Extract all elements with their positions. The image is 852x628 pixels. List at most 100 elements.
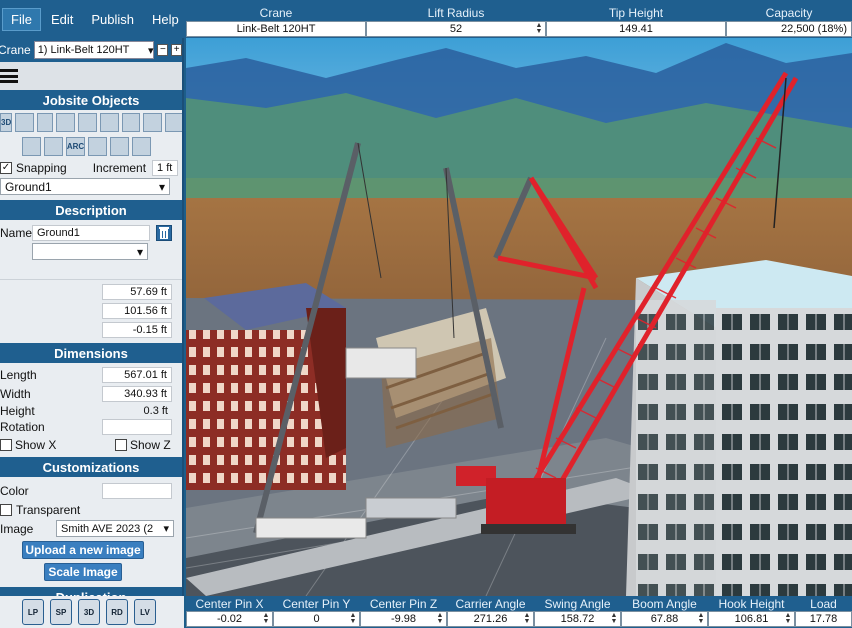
object-tools-row-1: 3Dcubeboxbeamcylindersphereslabpipetruss xyxy=(0,110,182,134)
upload-image-button[interactable]: Upload a new image xyxy=(22,541,144,559)
load-header: Load xyxy=(810,597,837,611)
truss-tool-icon[interactable]: truss xyxy=(164,112,182,132)
spinner-icon[interactable]: ▲ ▼ xyxy=(262,612,270,625)
slab-tool-icon[interactable]: slab xyxy=(122,112,141,132)
increment-input[interactable]: 1 ft xyxy=(152,159,178,176)
center-pin-x-input[interactable]: -0.02 ▲ ▼ xyxy=(186,611,273,627)
arc-tool-icon[interactable]: ARC xyxy=(66,136,85,156)
spinner-icon[interactable]: ▲ ▼ xyxy=(535,22,543,35)
lift-radius-value: 52 xyxy=(449,23,463,35)
lift-radius-input[interactable]: 52 ▲ ▼ xyxy=(366,21,546,37)
scale-image-button[interactable]: Scale Image xyxy=(44,563,122,581)
carrier-angle-header: Carrier Angle xyxy=(455,597,526,611)
spinner-icon[interactable]: ▲ ▼ xyxy=(697,612,705,625)
3d-tool-icon[interactable]: 3D xyxy=(0,112,13,132)
height-input[interactable]: 0.3 ft xyxy=(102,403,172,419)
3d-viewport[interactable] xyxy=(186,38,852,596)
position-y-input[interactable]: 101.56 ft xyxy=(102,302,172,319)
image-label: Image xyxy=(0,521,34,536)
hook-height-input[interactable]: 106.81 ▲ ▼ xyxy=(708,611,795,627)
transparent-checkbox[interactable] xyxy=(0,503,12,516)
center-pin-z-value: -9.98 xyxy=(390,613,417,625)
menu-bar: File Edit Publish Help xyxy=(0,0,186,38)
name-row: Name Ground1 xyxy=(0,223,182,242)
height-label: Height xyxy=(0,404,35,418)
rotation-row: Rotation xyxy=(0,419,182,435)
spinner-icon[interactable]: ▲ ▼ xyxy=(436,612,444,625)
crane-parameters-grid: Center Pin X -0.02 ▲ ▼ Center Pin Y 0 ▲ ▼ Center… xyxy=(186,596,852,628)
pos-x-row: 57.69 ft xyxy=(0,282,182,301)
menu-file[interactable]: File xyxy=(2,7,41,31)
center-pin-x-value: -0.02 xyxy=(216,613,243,625)
show-z-checkbox[interactable] xyxy=(115,438,127,451)
snapping-checkbox[interactable]: ✓ xyxy=(0,161,12,174)
grass-tool-icon[interactable]: grass xyxy=(88,136,107,156)
tip-height-value: 149.41 xyxy=(546,21,726,37)
name-input[interactable]: Ground1 xyxy=(32,224,150,241)
crane-label: Crane xyxy=(0,43,31,57)
hamburger-menu-icon[interactable] xyxy=(0,69,18,83)
length-input[interactable]: 567.01 ft xyxy=(102,366,172,383)
crane-select-value: 1) Link-Belt 120HT xyxy=(37,44,130,56)
lv-tool-button[interactable]: LV xyxy=(134,599,156,625)
spinner-icon[interactable]: ▲ ▼ xyxy=(610,612,618,625)
chevron-down-icon: ▾ xyxy=(158,179,165,194)
spinner-icon[interactable]: ▲ ▼ xyxy=(523,612,531,625)
spinner-icon[interactable]: ▲ ▼ xyxy=(784,612,792,625)
sp-tool-button[interactable]: SP xyxy=(50,599,72,625)
menu-publish[interactable]: Publish xyxy=(83,9,142,30)
rotation-input[interactable] xyxy=(102,419,172,435)
color-label: Color xyxy=(0,483,29,498)
road-tool-icon[interactable]: road xyxy=(44,136,63,156)
lp-tool-button[interactable]: LP xyxy=(22,599,44,625)
position-z-input[interactable]: -0.15 ft xyxy=(102,321,172,338)
boom-angle-value: 67.88 xyxy=(650,613,679,625)
show-x-checkbox[interactable] xyxy=(0,438,12,451)
object-tools-row-2: windowroadARCgrassimageperson xyxy=(0,134,182,158)
position-x-input[interactable]: 57.69 ft xyxy=(102,283,172,300)
cube-tool-icon[interactable]: cube xyxy=(15,112,35,132)
remove-crane-button[interactable]: − xyxy=(157,44,169,56)
person-tool-icon[interactable]: person xyxy=(132,136,151,156)
width-input[interactable]: 340.93 ft xyxy=(102,385,172,402)
carrier-angle-input[interactable]: 271.26 ▲ ▼ xyxy=(447,611,534,627)
rd-tool-button[interactable]: RD xyxy=(106,599,128,625)
sphere-tool-icon[interactable]: sphere xyxy=(100,112,120,132)
carrier-angle-value: 271.26 xyxy=(473,613,508,625)
chevron-down-icon: ▾ xyxy=(136,244,143,259)
description-header: Description xyxy=(0,200,182,220)
view-toolbar: LP SP 3D RD LV xyxy=(0,596,184,628)
trash-icon[interactable] xyxy=(156,224,172,241)
length-label: Length xyxy=(0,367,37,382)
chevron-down-icon: ▾ xyxy=(163,523,169,535)
chevron-down-icon: ▾ xyxy=(147,44,154,57)
transparent-label: Transparent xyxy=(16,502,81,517)
show-x-label: Show X xyxy=(15,437,57,452)
load-input[interactable]: 17.78 xyxy=(795,611,852,627)
center-pin-y-input[interactable]: 0 ▲ ▼ xyxy=(273,611,360,627)
boom-angle-input[interactable]: 67.88 ▲ ▼ xyxy=(621,611,708,627)
cylinder-tool-icon[interactable]: cylinder xyxy=(78,112,98,132)
object-select[interactable]: Ground1 ▾ xyxy=(0,178,170,195)
image-select[interactable]: Smith AVE 2023 (2 ▾ xyxy=(56,520,174,537)
crane-select[interactable]: 1) Link-Belt 120HT ▾ xyxy=(33,41,155,59)
add-crane-button[interactable]: + xyxy=(171,44,182,56)
crane-value: Link-Belt 120HT xyxy=(186,21,366,37)
swing-angle-value: 158.72 xyxy=(560,613,595,625)
category-select[interactable]: ▾ xyxy=(32,243,148,260)
swing-angle-input[interactable]: 158.72 ▲ ▼ xyxy=(534,611,621,627)
3d-tool-button[interactable]: 3D xyxy=(78,599,100,625)
scene-render xyxy=(186,38,852,596)
jobsite-objects-header: Jobsite Objects xyxy=(0,90,182,110)
image-tool-icon[interactable]: image xyxy=(110,136,129,156)
menu-edit[interactable]: Edit xyxy=(43,9,81,30)
transparent-row: Transparent xyxy=(0,500,182,519)
box-tool-icon[interactable]: box xyxy=(37,112,54,132)
menu-help[interactable]: Help xyxy=(144,9,187,30)
window-tool-icon[interactable]: window xyxy=(22,136,41,156)
spinner-icon[interactable]: ▲ ▼ xyxy=(349,612,357,625)
rotation-label: Rotation xyxy=(0,420,45,434)
color-input[interactable] xyxy=(102,482,172,499)
center-pin-z-input[interactable]: -9.98 ▲ ▼ xyxy=(360,611,447,627)
pipe-tool-icon[interactable]: pipe xyxy=(143,112,162,132)
